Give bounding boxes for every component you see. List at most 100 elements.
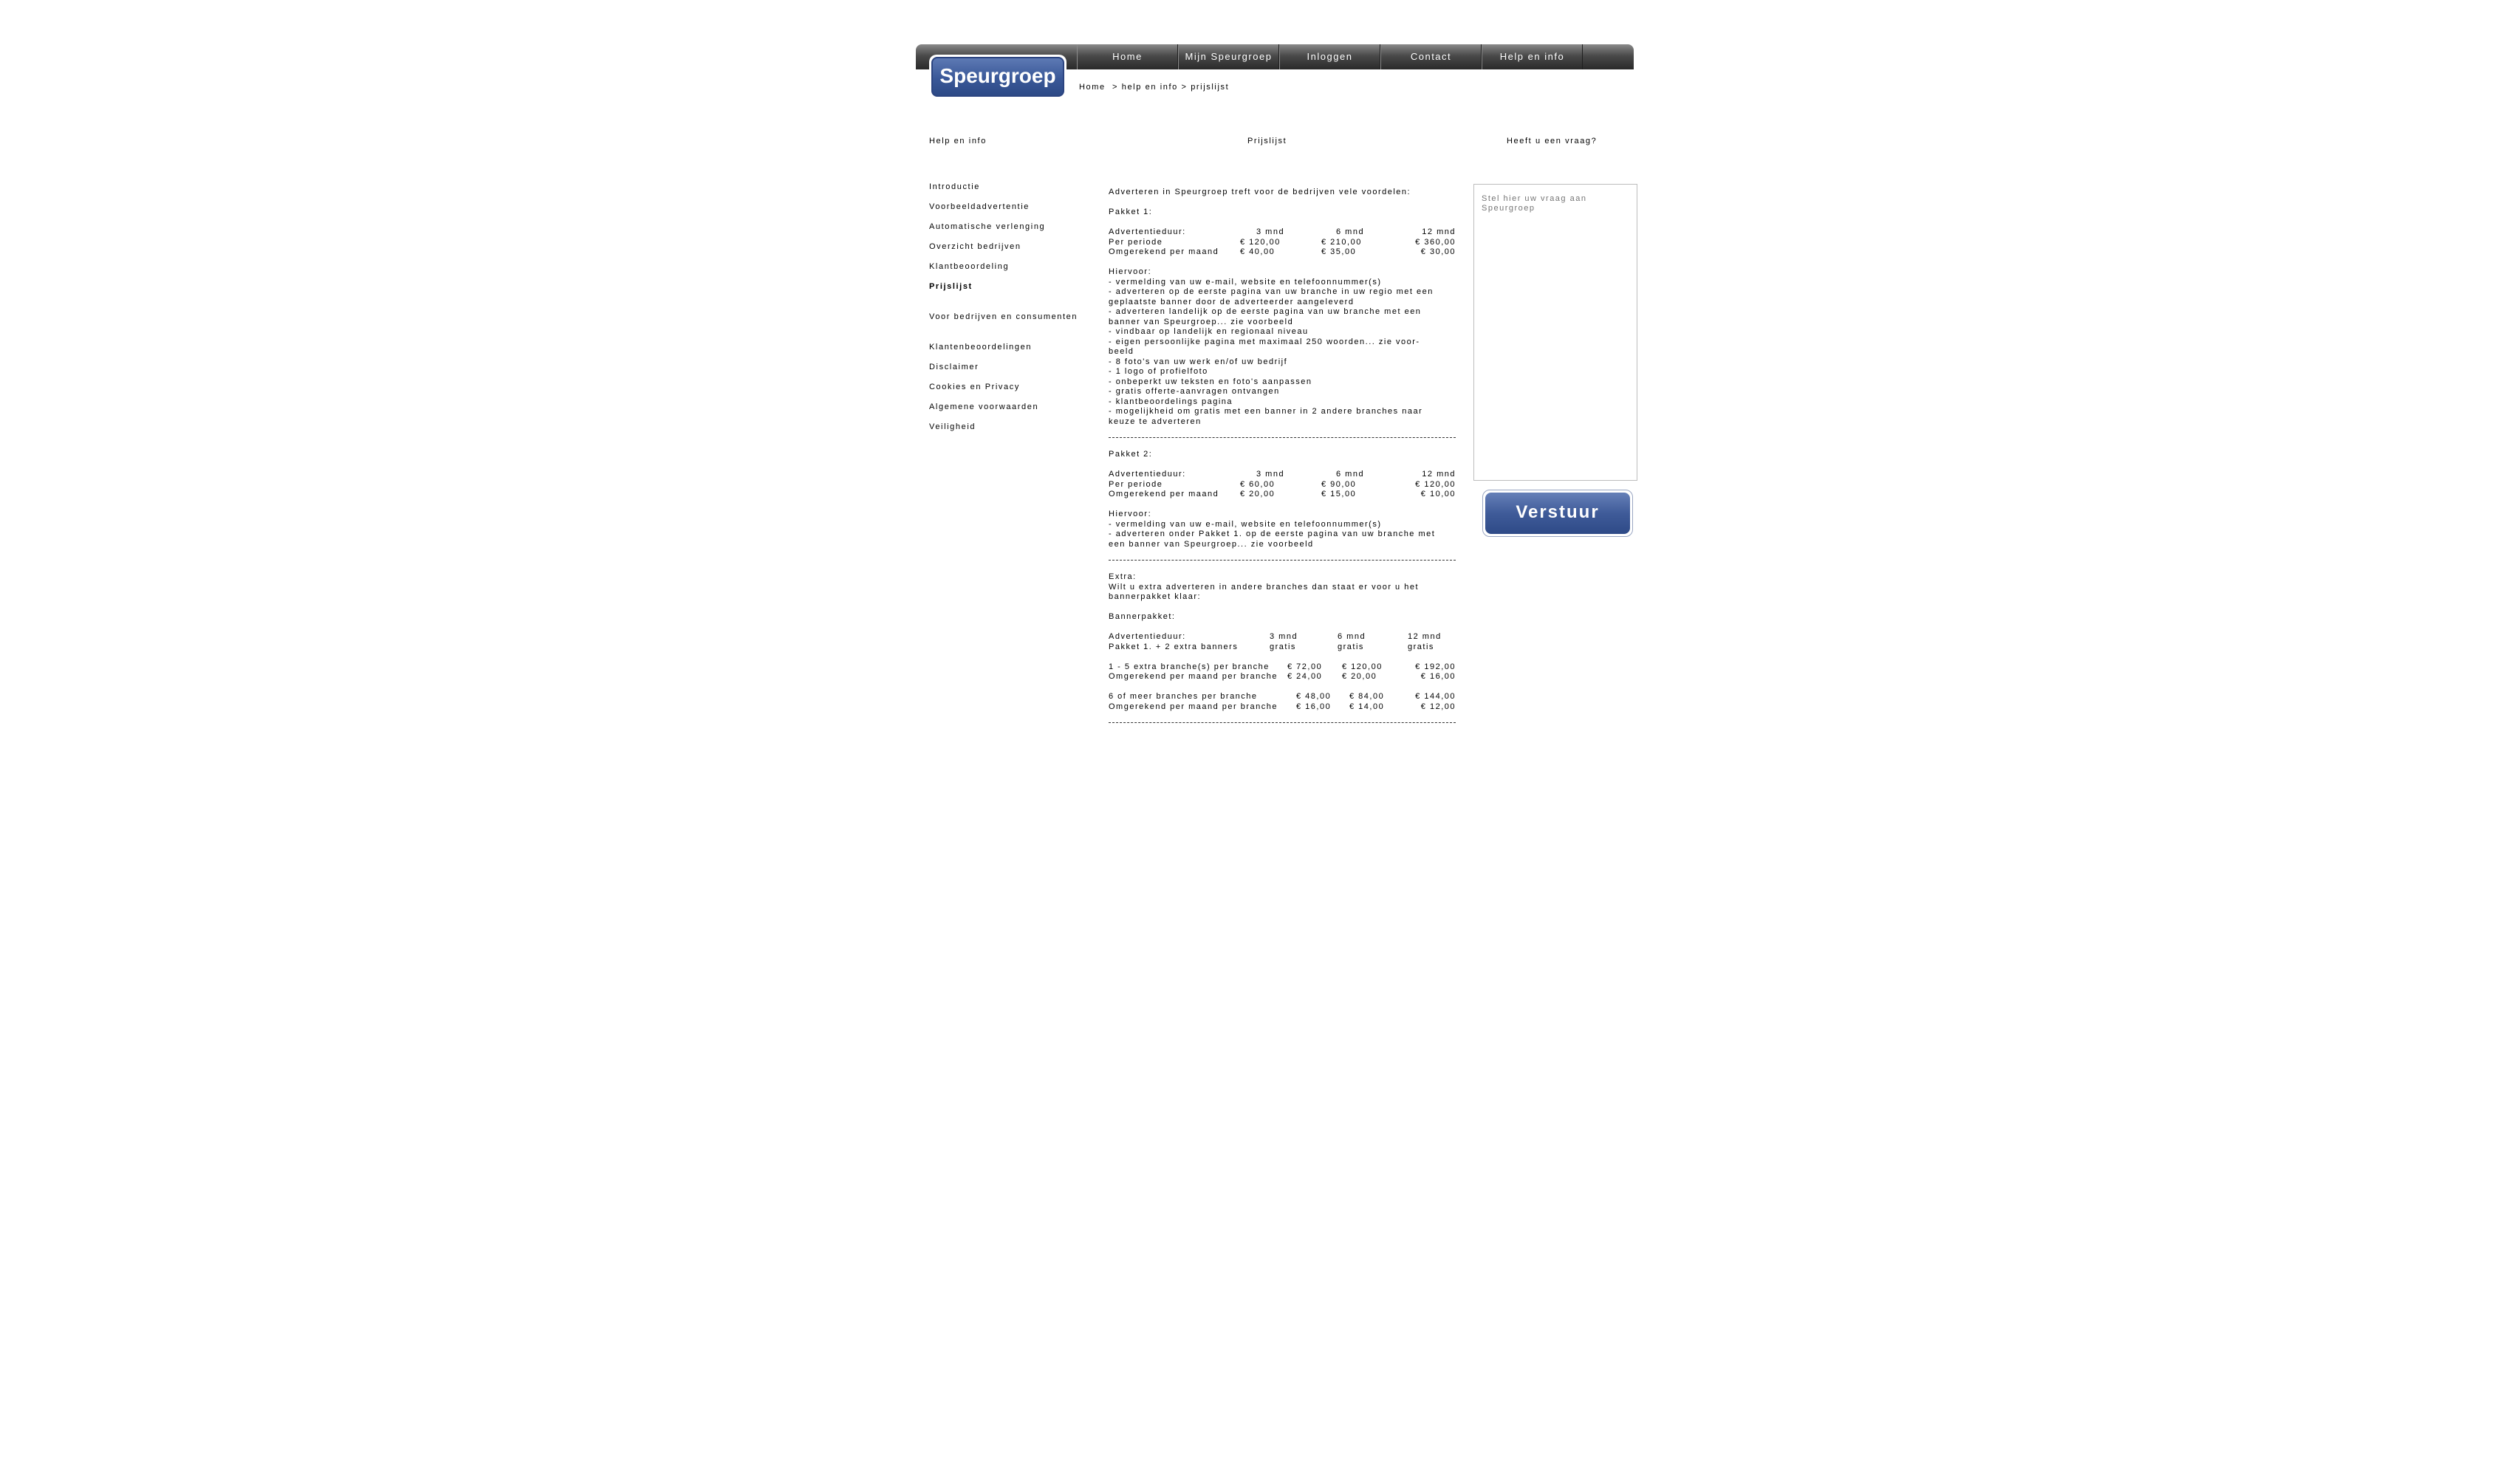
pakket1-features-title: Hiervoor: <box>1109 267 1152 276</box>
table-cell: 12 mnd <box>1422 227 1456 236</box>
table-cell: 3 mnd <box>1270 632 1298 641</box>
list-item: - vermelding van uw e-mail, website en t… <box>1109 277 1382 287</box>
table-cell: € 10,00 <box>1420 490 1456 498</box>
table-row: 1 - 5 extra branche(s) per branche € 72,… <box>1109 662 1456 673</box>
table-cell: € 120,00 <box>1240 237 1281 247</box>
list-item: - adverteren op de eerste pagina van uw … <box>1109 287 1434 296</box>
page-title: Prijslijst <box>1247 137 1287 145</box>
breadcrumb-home[interactable]: Home <box>1079 83 1106 92</box>
extra-branches-table: 6 of meer branches per branche € 48,00 €… <box>1109 692 1456 712</box>
table-cell: € 35,00 <box>1321 247 1357 256</box>
menu-item-cookies-privacy[interactable]: Cookies en Privacy <box>929 382 1106 402</box>
table-cell: € 120,00 <box>1342 662 1383 671</box>
list-item: - adverteren landelijk op de eerste pagi… <box>1109 307 1422 316</box>
list-item: - 8 foto's van uw werk en/of uw bedrijf <box>1109 357 1288 366</box>
section-divider <box>1109 560 1456 561</box>
list-item: banner van Speurgroep... zie voorbeeld <box>1109 317 1294 326</box>
table-cell: € 120,00 <box>1415 479 1456 489</box>
table-cell: 12 mnd <box>1422 470 1456 479</box>
table-cell: Omgerekend per maand <box>1109 247 1219 256</box>
table-cell: gratis <box>1408 642 1434 651</box>
table-row: Omgerekend per maand € 40,00 € 35,00 € 3… <box>1109 247 1456 258</box>
left-heading: Help en info <box>929 137 987 145</box>
bannerpakket-table: Advertentieduur: 3 mnd 6 mnd 12 mnd Pakk… <box>1109 632 1456 652</box>
menu-item-klantbeoordeling[interactable]: Klantbeoordeling <box>929 261 1106 281</box>
table-row: Per periode € 120,00 € 210,00 € 360,00 <box>1109 238 1456 248</box>
extra-text: bannerpakket klaar: <box>1109 592 1202 601</box>
table-cell: 6 mnd <box>1336 470 1365 479</box>
menu-item-prijslijst[interactable]: Prijslijst <box>929 281 1106 301</box>
pakket2-features: - vermelding van uw e-mail, website en t… <box>1109 520 1456 550</box>
section-divider <box>1109 437 1456 438</box>
price-list: Adverteren in Speurgroep treft voor de b… <box>1109 188 1456 735</box>
table-row: Omgerekend per maand per branche € 24,00… <box>1109 672 1456 682</box>
table-cell: 6 mnd <box>1338 632 1366 641</box>
list-item: - mogelijkheid om gratis met een banner … <box>1109 407 1423 416</box>
table-cell: Per periode <box>1109 479 1163 489</box>
menu-item-automatische-verlenging[interactable]: Automatische verlenging <box>929 222 1106 241</box>
table-cell: € 15,00 <box>1321 490 1357 498</box>
table-cell: 6 mnd <box>1336 227 1365 236</box>
breadcrumb-help[interactable]: help en info <box>1122 83 1178 92</box>
table-cell: Advertentieduur: <box>1109 632 1186 641</box>
table-cell: € 24,00 <box>1287 672 1323 681</box>
menu-item-algemene-voorwaarden[interactable]: Algemene voorwaarden <box>929 402 1106 422</box>
pakket1-features: - vermelding van uw e-mail, website en t… <box>1109 278 1456 428</box>
bannerpakket-title: Bannerpakket: <box>1109 612 1176 621</box>
menu-item-introductie[interactable]: Introductie <box>929 182 1106 202</box>
table-cell: Advertentieduur: <box>1109 470 1186 479</box>
table-cell: € 12,00 <box>1420 702 1456 711</box>
menu-item-bedrijven-consumenten[interactable]: Voor bedrijven en consumenten <box>929 312 1106 332</box>
table-cell: € 90,00 <box>1321 479 1357 489</box>
list-item: een banner van Speurgroep... zie voorbee… <box>1109 539 1314 549</box>
table-cell: 3 mnd <box>1256 227 1285 236</box>
table-row: Omgerekend per maand per branche € 16,00… <box>1109 702 1456 713</box>
table-cell: € 16,00 <box>1296 702 1332 711</box>
nav-inloggen[interactable]: Inloggen <box>1279 44 1380 69</box>
nav-help-en-info[interactable]: Help en info <box>1482 44 1583 69</box>
list-item: - klantbeoordelings pagina <box>1109 397 1233 406</box>
nav-home[interactable]: Home <box>1077 44 1178 69</box>
table-cell: € 72,00 <box>1287 662 1323 671</box>
table-row: 6 of meer branches per branche € 48,00 €… <box>1109 692 1456 702</box>
pakket2-title: Pakket 2: <box>1109 450 1153 459</box>
list-item: - onbeperkt uw teksten en foto's aanpass… <box>1109 377 1312 386</box>
intro-text: Adverteren in Speurgroep treft voor de b… <box>1109 188 1411 196</box>
list-item: - vermelding van uw e-mail, website en t… <box>1109 519 1382 529</box>
extra-title: Extra: <box>1109 572 1137 581</box>
breadcrumb-separator: > <box>1177 83 1191 92</box>
question-textarea[interactable] <box>1473 184 1637 481</box>
send-button[interactable]: Verstuur <box>1482 490 1633 537</box>
menu-item-veiligheid[interactable]: Veiligheid <box>929 422 1106 442</box>
table-cell: € 30,00 <box>1420 247 1456 256</box>
table-cell: gratis <box>1270 642 1296 651</box>
menu-item-voorbeeldadvertentie[interactable]: Voorbeeldadvertentie <box>929 202 1106 222</box>
list-item: - gratis offerte-aanvragen ontvangen <box>1109 387 1280 396</box>
table-row: Pakket 1. + 2 extra banners gratis grati… <box>1109 642 1456 653</box>
menu-item-overzicht-bedrijven[interactable]: Overzicht bedrijven <box>929 241 1106 261</box>
table-row: Omgerekend per maand € 20,00 € 15,00 € 1… <box>1109 490 1456 500</box>
table-cell: € 60,00 <box>1240 479 1276 489</box>
table-cell: € 84,00 <box>1349 692 1385 701</box>
nav-mijn-speurgroep[interactable]: Mijn Speurgroep <box>1178 44 1279 69</box>
table-cell: gratis <box>1338 642 1364 651</box>
list-item: - vindbaar op landelijk en regionaal niv… <box>1109 327 1309 336</box>
table-cell: Omgerekend per maand per branche <box>1109 702 1278 711</box>
table-cell: € 16,00 <box>1420 672 1456 681</box>
table-row: Per periode € 60,00 € 90,00 € 120,00 <box>1109 480 1456 490</box>
breadcrumb: Home > help en info > prijslijst <box>1079 83 1229 92</box>
table-header-row: Advertentieduur: 3 mnd 6 mnd 12 mnd <box>1109 632 1456 642</box>
question-heading: Heeft u een vraag? <box>1507 137 1598 145</box>
nav-contact[interactable]: Contact <box>1380 44 1482 69</box>
menu-item-klantenbeoordelingen[interactable]: Klantenbeoordelingen <box>929 342 1106 362</box>
table-cell: Per periode <box>1109 237 1163 247</box>
table-cell: € 20,00 <box>1240 490 1276 498</box>
extra-branches-table: 1 - 5 extra branche(s) per branche € 72,… <box>1109 662 1456 682</box>
table-cell: Advertentieduur: <box>1109 227 1186 236</box>
table-cell: € 20,00 <box>1342 672 1377 681</box>
menu-item-disclaimer[interactable]: Disclaimer <box>929 362 1106 382</box>
table-cell: € 144,00 <box>1415 692 1456 701</box>
table-cell: € 14,00 <box>1349 702 1385 711</box>
table-cell: € 210,00 <box>1321 237 1362 247</box>
logo[interactable]: Speurgroep <box>929 55 1066 99</box>
